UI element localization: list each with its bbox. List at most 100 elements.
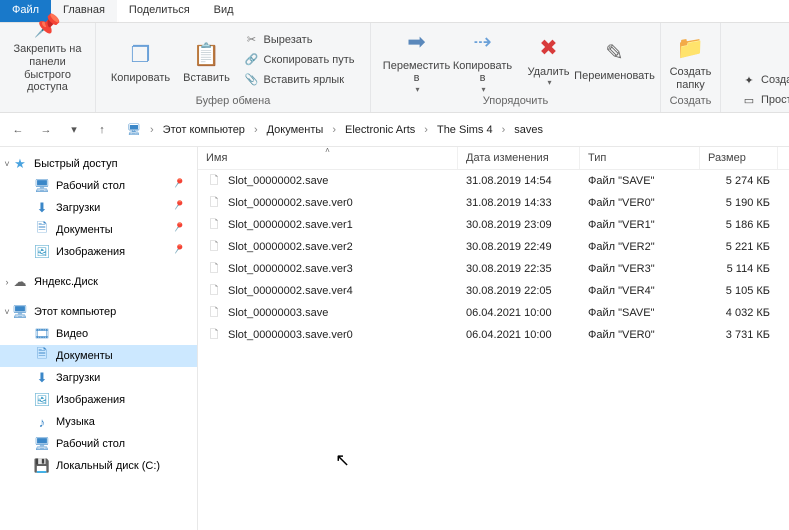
main-area: ˅ ★ Быстрый доступ 🖥 Рабочий стол 📍 ⬇ За… xyxy=(0,147,789,530)
chevron-down-icon[interactable]: ˅ xyxy=(2,307,12,317)
nav-label: Документы xyxy=(56,224,113,236)
new-folder-icon: 📁 xyxy=(675,32,707,64)
nav-forward-button[interactable]: → xyxy=(34,118,58,142)
file-name: Slot_00000002.save.ver3 xyxy=(228,263,353,275)
crumb-ea[interactable]: Electronic Arts xyxy=(340,121,420,139)
rename-icon: ✎ xyxy=(599,36,631,68)
images-icon: 🖼 xyxy=(34,392,50,408)
column-header-type[interactable]: Тип xyxy=(580,147,700,169)
file-date: 06.04.2021 10:00 xyxy=(458,304,580,322)
nav-label: Рабочий стол xyxy=(56,180,125,192)
nav-yandex-disk[interactable]: › ☁ Яндекс.Диск xyxy=(0,271,197,293)
copy-path-button[interactable]: 🔗 Скопировать путь xyxy=(242,51,357,69)
file-row[interactable]: 🗋Slot_00000002.save.ver130.08.2019 23:09… xyxy=(198,214,789,236)
file-row[interactable]: 🗋Slot_00000002.save31.08.2019 14:54Файл … xyxy=(198,170,789,192)
nav-label: Яндекс.Диск xyxy=(34,276,98,288)
documents-icon: 🗎 xyxy=(34,348,50,364)
desktop-icon: 🖥 xyxy=(34,178,50,194)
file-row[interactable]: 🗋Slot_00000002.save.ver230.08.2019 22:49… xyxy=(198,236,789,258)
nav-history-button[interactable]: ▾ xyxy=(62,118,86,142)
crumb-sep[interactable]: › xyxy=(500,124,508,136)
create-group-label: Создать xyxy=(670,94,712,110)
crumb-sep[interactable]: › xyxy=(330,124,338,136)
file-row[interactable]: 🗋Slot_00000003.save.ver006.04.2021 10:00… xyxy=(198,324,789,346)
file-name: Slot_00000002.save.ver0 xyxy=(228,197,353,209)
pin-icon: 📌 xyxy=(32,9,64,41)
nav-this-pc[interactable]: ˅ 🖥 Этот компьютер xyxy=(0,301,197,323)
file-type: Файл "VER0" xyxy=(580,194,700,212)
nav-documents-pc[interactable]: 🗎 Документы xyxy=(0,345,197,367)
file-date: 06.04.2021 10:00 xyxy=(458,326,580,344)
pin-icon: 📍 xyxy=(169,220,192,241)
file-size: 3 731 КБ xyxy=(700,326,778,344)
nav-images[interactable]: 🖼 Изображения 📍 xyxy=(0,241,197,263)
navigation-pane[interactable]: ˅ ★ Быстрый доступ 🖥 Рабочий стол 📍 ⬇ За… xyxy=(0,147,198,530)
file-row[interactable]: 🗋Slot_00000002.save.ver430.08.2019 22:05… xyxy=(198,280,789,302)
delete-button[interactable]: ✖ Удалить xyxy=(518,28,580,88)
column-header-date[interactable]: Дата изменения xyxy=(458,147,580,169)
chevron-down-icon[interactable]: ˅ xyxy=(2,159,12,169)
nav-downloads-pc[interactable]: ⬇ Загрузки xyxy=(0,367,197,389)
file-row[interactable]: 🗋Slot_00000002.save.ver031.08.2019 14:33… xyxy=(198,192,789,214)
music-icon: ♪ xyxy=(34,414,50,430)
file-icon: 🗋 xyxy=(206,261,222,277)
pin-label: Закрепить на панели быстрого доступа xyxy=(3,43,93,94)
file-date: 30.08.2019 23:09 xyxy=(458,216,580,234)
crumb-this-pc[interactable]: Этот компьютер xyxy=(158,121,250,139)
nav-label: Изображения xyxy=(56,394,125,406)
nav-local-disk[interactable]: 💾 Локальный диск (C:) xyxy=(0,455,197,477)
nav-documents[interactable]: 🗎 Документы 📍 xyxy=(0,219,197,241)
nav-desktop-pc[interactable]: 🖥 Рабочий стол xyxy=(0,433,197,455)
file-row[interactable]: 🗋Slot_00000003.save06.04.2021 10:00Файл … xyxy=(198,302,789,324)
copy-path-icon: 🔗 xyxy=(244,52,260,68)
file-date: 30.08.2019 22:35 xyxy=(458,260,580,278)
crumb-saves[interactable]: saves xyxy=(509,121,548,139)
file-type: Файл "VER2" xyxy=(580,238,700,256)
copy-to-button[interactable]: ⇢ Копировать в xyxy=(452,22,514,94)
file-list[interactable]: ˄ Имя Дата изменения Тип Размер 🗋Slot_00… xyxy=(198,147,789,530)
nav-label: Музыка xyxy=(56,416,95,428)
copy-button[interactable]: ❐ Копировать xyxy=(110,34,172,85)
crumb-sep[interactable]: › xyxy=(252,124,260,136)
nav-music[interactable]: ♪ Музыка xyxy=(0,411,197,433)
pc-icon[interactable]: 🖥 xyxy=(122,118,146,142)
crumb-sep[interactable]: › xyxy=(422,124,430,136)
file-name: Slot_00000002.save.ver1 xyxy=(228,219,353,231)
paste-button[interactable]: 📋 Вставить xyxy=(176,34,238,85)
crumb-sep[interactable]: › xyxy=(148,124,156,136)
move-to-button[interactable]: ➡ Переместить в xyxy=(386,22,448,94)
paste-icon: 📋 xyxy=(191,38,223,70)
file-size: 5 221 КБ xyxy=(700,238,778,256)
new-folder-button[interactable]: 📁 Создать папку xyxy=(660,28,722,91)
nav-images-pc[interactable]: 🖼 Изображения xyxy=(0,389,197,411)
nav-video[interactable]: 🎞 Видео xyxy=(0,323,197,345)
tab-view[interactable]: Вид xyxy=(202,0,246,22)
column-header-name[interactable]: ˄ Имя xyxy=(198,147,458,169)
file-size: 5 105 КБ xyxy=(700,282,778,300)
pc-icon: 🖥 xyxy=(12,304,28,320)
easy-access-button[interactable]: ▭ Простой xyxy=(741,90,789,110)
nav-label: Этот компьютер xyxy=(34,306,116,318)
file-icon: 🗋 xyxy=(206,173,222,189)
nav-downloads[interactable]: ⬇ Загрузки 📍 xyxy=(0,197,197,219)
chevron-right-icon[interactable]: › xyxy=(2,277,12,287)
copy-icon: ❐ xyxy=(125,38,157,70)
file-size: 5 190 КБ xyxy=(700,194,778,212)
paste-shortcut-button[interactable]: 📎 Вставить ярлык xyxy=(242,71,357,89)
nav-desktop[interactable]: 🖥 Рабочий стол 📍 xyxy=(0,175,197,197)
new-item-button[interactable]: ✦ Создать xyxy=(741,70,789,90)
column-header-size[interactable]: Размер xyxy=(700,147,778,169)
rename-button[interactable]: ✎ Переименовать xyxy=(584,32,646,83)
tab-share[interactable]: Поделиться xyxy=(117,0,202,22)
nav-back-button[interactable]: ← xyxy=(6,118,30,142)
nav-quick-access[interactable]: ˅ ★ Быстрый доступ xyxy=(0,153,197,175)
nav-up-button[interactable]: ↑ xyxy=(90,118,114,142)
move-to-icon: ➡ xyxy=(401,26,433,58)
cut-button[interactable]: ✂ Вырезать xyxy=(242,31,357,49)
file-row[interactable]: 🗋 Slot_00000002.save.ver3 30.08.2019 22:35… xyxy=(198,258,789,280)
pin-quick-access-button[interactable]: 📌 Закрепить на панели быстрого доступа xyxy=(3,5,93,94)
nav-label: Быстрый доступ xyxy=(34,158,118,170)
file-icon: 🗋 xyxy=(206,305,222,321)
crumb-sims4[interactable]: The Sims 4 xyxy=(432,121,498,139)
crumb-documents[interactable]: Документы xyxy=(262,121,329,139)
